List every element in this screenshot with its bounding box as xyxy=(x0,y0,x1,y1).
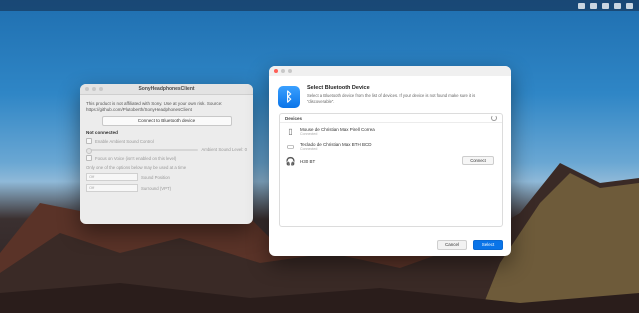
ambient-level-slider[interactable] xyxy=(86,147,199,154)
close-icon[interactable] xyxy=(274,69,278,73)
keyboard-icon: ▭ xyxy=(286,142,295,151)
menu-bar xyxy=(0,0,639,11)
ambient-level-label: Ambient Sound Level: 0 xyxy=(201,147,247,152)
sony-client-window: SonyHeadphonesClient This product is not… xyxy=(80,84,253,224)
bluetooth-icon: ᛒ xyxy=(278,86,300,108)
headphones-icon: 🎧 xyxy=(285,157,296,166)
device-list: Devices ▯ Mouse de Christian Max Pirell … xyxy=(279,113,503,227)
device-status: Connected xyxy=(300,132,318,136)
equalizer-note: Only one of the options below may be use… xyxy=(86,165,187,170)
disclaimer-text: This product is not affiliated with Sony… xyxy=(86,101,223,112)
device-row[interactable]: 🎧 H30 BT Connect xyxy=(280,153,502,168)
mouse-icon: ▯ xyxy=(288,127,293,136)
ambient-checkbox[interactable] xyxy=(86,138,92,144)
control-center-icon[interactable] xyxy=(578,2,585,9)
loading-spinner-icon xyxy=(491,115,497,121)
dialog-title: Select Bluetooth Device xyxy=(307,85,370,91)
cancel-button[interactable]: Cancel xyxy=(437,240,467,250)
connection-status: Not connected xyxy=(86,130,118,135)
wifi-icon[interactable] xyxy=(590,2,597,9)
bluetooth-menu-icon[interactable] xyxy=(602,2,609,9)
device-name: H30 BT xyxy=(300,159,316,164)
spotlight-icon[interactable] xyxy=(626,2,633,9)
surround-select[interactable]: Off xyxy=(86,184,138,192)
focus-voice-label: Focus on Voice (isn't enabled on this le… xyxy=(95,155,177,161)
surround-label: Surround (VPT) xyxy=(141,185,172,191)
minimize-icon[interactable] xyxy=(281,69,285,73)
device-status: Connected xyxy=(300,147,318,151)
select-button[interactable]: Select xyxy=(473,240,503,250)
connect-device-button[interactable]: Connect xyxy=(462,156,494,165)
sound-position-label: Sound Position xyxy=(141,174,170,180)
ambient-checkbox-label: Enable Ambient Sound Control xyxy=(95,138,154,144)
zoom-icon[interactable] xyxy=(288,69,292,73)
sound-position-select[interactable]: Off xyxy=(86,173,138,181)
devices-header: Devices xyxy=(285,115,303,121)
bluetooth-select-dialog: ᛒ Select Bluetooth Device Select a Bluet… xyxy=(269,66,511,256)
device-row[interactable]: ▭ Teclado de Christian Max BTH BCD Conne… xyxy=(280,138,502,153)
window-title: SonyHeadphonesClient xyxy=(138,86,195,92)
dialog-description: Select a Bluetooth device from the list … xyxy=(307,93,476,104)
titlebar: SonyHeadphonesClient xyxy=(80,84,253,95)
battery-icon[interactable] xyxy=(614,2,621,9)
dialog-titlebar xyxy=(269,66,511,76)
focus-voice-checkbox[interactable] xyxy=(86,155,92,161)
device-row[interactable]: ▯ Mouse de Christian Max Pirell Correa C… xyxy=(280,123,502,138)
connect-bluetooth-button[interactable]: Connect to Bluetooth device xyxy=(101,116,232,126)
